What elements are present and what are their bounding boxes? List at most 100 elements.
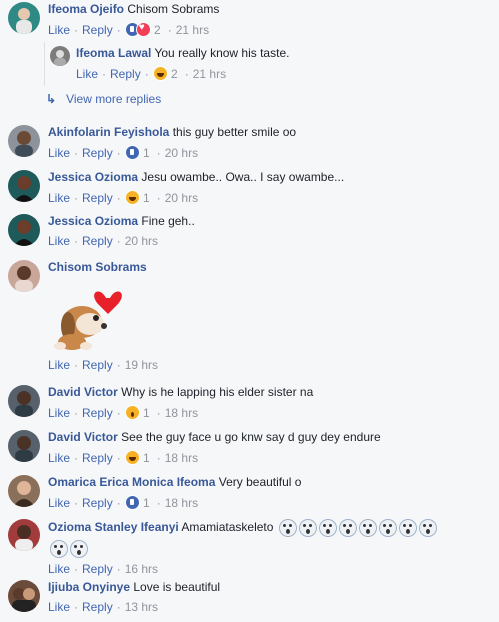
comment-author[interactable]: Omarica Erica Monica Ifeoma — [48, 475, 215, 489]
avatar[interactable] — [8, 214, 40, 246]
reply: Ifeoma Lawal You really know his taste. … — [50, 46, 495, 86]
comment-author[interactable]: Akinfolarin Feyishola — [48, 125, 169, 139]
like-button[interactable]: Like — [48, 600, 70, 614]
face-screaming-emoji-icon — [398, 519, 417, 537]
separator: · — [116, 234, 121, 248]
reply-button[interactable]: Reply — [82, 451, 113, 465]
like-button[interactable]: Like — [76, 67, 98, 81]
scream-emoji-row — [277, 519, 437, 537]
like-button[interactable]: Like — [48, 146, 70, 160]
view-more-label: View more replies — [66, 92, 162, 106]
view-more-replies[interactable]: ↳ View more replies — [46, 92, 161, 106]
timestamp[interactable]: 20 hrs — [125, 234, 158, 248]
like-button[interactable]: Like — [48, 358, 70, 372]
face-screaming-emoji-icon — [278, 519, 297, 537]
haha-reaction-icon — [124, 450, 140, 465]
reply-button[interactable]: Reply — [82, 496, 113, 510]
separator: · — [116, 405, 121, 420]
reaction-summary[interactable]: 2 — [124, 22, 161, 37]
face-screaming-emoji-icon — [70, 539, 88, 558]
reply-button[interactable]: Reply — [82, 562, 113, 576]
like-reaction-icon — [124, 495, 140, 510]
wow-reaction-icon — [124, 405, 140, 420]
reaction-summary[interactable]: 1 — [124, 405, 150, 420]
haha-reaction-icon — [124, 190, 140, 205]
reply-button[interactable]: Reply — [82, 23, 113, 37]
like-button[interactable]: Like — [48, 451, 70, 465]
avatar[interactable] — [8, 580, 40, 612]
face-screaming-emoji-icon — [50, 539, 68, 558]
comment-author[interactable]: Ifeoma Ojeifo — [48, 2, 124, 16]
comment-text: Jesu owambe.. Owa.. I say owambe... — [141, 170, 345, 184]
reaction-summary[interactable]: 1 — [124, 450, 150, 465]
avatar[interactable] — [8, 475, 40, 507]
puppy-heart-sticker-icon[interactable] — [48, 278, 128, 354]
face-screaming-emoji-icon — [298, 519, 317, 537]
comment-author[interactable]: Ijiuba Onyinye — [48, 580, 130, 594]
reply-button[interactable]: Reply — [82, 600, 113, 614]
timestamp[interactable]: 19 hrs — [125, 358, 158, 372]
comment-author[interactable]: David Victor — [48, 430, 118, 444]
comment-author[interactable]: Ifeoma Lawal — [76, 46, 151, 60]
timestamp[interactable]: 20 hrs — [165, 146, 198, 160]
comment-author[interactable]: Jessica Ozioma — [48, 170, 138, 184]
reply-button[interactable]: Reply — [110, 67, 141, 81]
like-button[interactable]: Like — [48, 562, 70, 576]
separator: · — [74, 405, 79, 420]
timestamp[interactable]: 18 hrs — [165, 496, 198, 510]
avatar[interactable] — [8, 125, 40, 157]
reply-button[interactable]: Reply — [82, 358, 113, 372]
comment-text: Why is he lapping his elder sister na — [121, 385, 314, 399]
comment-text: Amamiataskeleto — [181, 520, 274, 535]
comment: Jessica Ozioma Fine geh.. Like · Reply · 2… — [8, 214, 495, 254]
timestamp[interactable]: 21 hrs — [193, 67, 226, 81]
separator: · — [116, 190, 121, 205]
avatar[interactable] — [8, 385, 40, 417]
like-button[interactable]: Like — [48, 234, 70, 248]
separator: · — [156, 405, 161, 420]
comment-author[interactable]: Ozioma Stanley Ifeanyi — [48, 520, 179, 534]
timestamp[interactable]: 18 hrs — [165, 406, 198, 420]
timestamp[interactable]: 13 hrs — [125, 600, 158, 614]
timestamp[interactable]: 20 hrs — [165, 191, 198, 205]
separator: · — [74, 495, 79, 510]
timestamp[interactable]: 16 hrs — [125, 562, 158, 576]
comment: Ozioma Stanley Ifeanyi Amamiataskeleto L… — [8, 519, 495, 577]
reaction-count: 2 — [154, 22, 161, 37]
like-button[interactable]: Like — [48, 496, 70, 510]
reply-button[interactable]: Reply — [82, 234, 113, 248]
reaction-count: 1 — [143, 450, 150, 465]
reply-button[interactable]: Reply — [82, 406, 113, 420]
avatar[interactable] — [8, 2, 40, 34]
timestamp[interactable]: 21 hrs — [176, 23, 209, 37]
comment-author[interactable]: Chisom Sobrams — [48, 260, 147, 274]
reply-button[interactable]: Reply — [82, 146, 113, 160]
reaction-summary[interactable]: 2 — [152, 66, 178, 81]
comment: Akinfolarin Feyishola this guy better sm… — [8, 125, 495, 165]
love-reaction-icon — [135, 22, 151, 37]
reaction-summary[interactable]: 1 — [124, 145, 150, 160]
separator: · — [116, 561, 121, 576]
avatar[interactable] — [8, 430, 40, 462]
avatar[interactable] — [8, 170, 40, 202]
like-button[interactable]: Like — [48, 191, 70, 205]
avatar[interactable] — [8, 260, 40, 292]
reaction-count: 1 — [143, 145, 150, 160]
comment: David Victor Why is he lapping his elder… — [8, 385, 495, 425]
comment-author[interactable]: David Victor — [48, 385, 118, 399]
separator: · — [74, 234, 79, 248]
face-screaming-emoji-icon — [378, 519, 397, 537]
avatar[interactable] — [8, 519, 40, 551]
like-button[interactable]: Like — [48, 406, 70, 420]
separator: · — [74, 190, 79, 205]
like-button[interactable]: Like — [48, 23, 70, 37]
comment-author[interactable]: Jessica Ozioma — [48, 214, 138, 228]
timestamp[interactable]: 18 hrs — [165, 451, 198, 465]
comment-text: Very beautiful o — [218, 475, 302, 489]
reaction-summary[interactable]: 1 — [124, 495, 150, 510]
reaction-summary[interactable]: 1 — [124, 190, 150, 205]
separator: · — [74, 22, 79, 37]
comment-text: See the guy face u go knw say d guy dey … — [121, 430, 381, 444]
avatar[interactable] — [50, 46, 70, 66]
reply-button[interactable]: Reply — [82, 191, 113, 205]
